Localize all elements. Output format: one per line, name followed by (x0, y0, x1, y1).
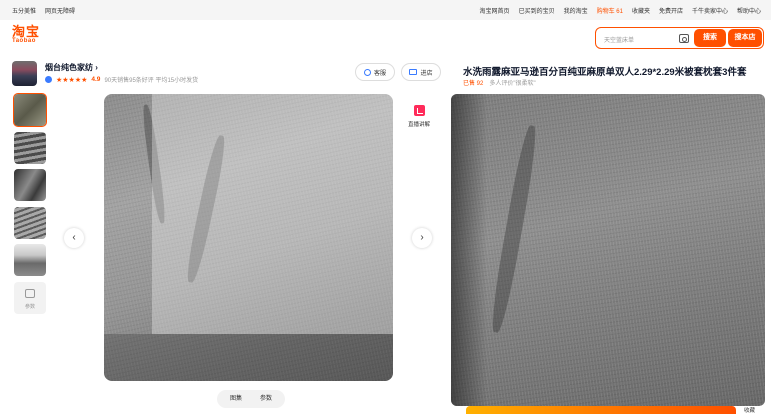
shop-stats: 90天销售95条好评 平均15小时发货 (104, 78, 199, 84)
sales-info: 已售 92 多人评价"很柔软" (463, 78, 536, 87)
topbar-link-home[interactable]: 淘宝网首页 (480, 6, 510, 15)
live-chart-icon (413, 105, 425, 116)
shop-avatar[interactable] (12, 61, 37, 86)
topbar-link-my-taobao[interactable]: 我的淘宝 (564, 6, 588, 15)
logo-en-text: Taobao (12, 38, 36, 44)
customer-service-label: 客服 (373, 70, 386, 77)
search-shop-button[interactable]: 搜本店 (728, 29, 762, 47)
buy-bar[interactable] (466, 406, 736, 414)
sold-count: 已售 92 (463, 81, 484, 87)
topbar-link-help[interactable]: 帮助中心 (737, 6, 761, 15)
params-thumbnail[interactable]: 参数 (14, 282, 46, 314)
topbar-link-accessibility[interactable]: 网页无障碍 (45, 6, 75, 15)
thumbnail[interactable] (14, 207, 46, 239)
shop-icon (409, 69, 418, 75)
topbar-link-location[interactable]: 五分美惟 (12, 6, 36, 15)
prev-image-button[interactable]: ‹ (64, 228, 84, 248)
fabric-shadow (104, 334, 393, 381)
collect-button[interactable]: 收藏 (744, 406, 755, 414)
verified-icon (45, 76, 52, 83)
fabric-shadow (451, 94, 487, 406)
topbar-link-open-store[interactable]: 免费开店 (659, 6, 683, 15)
params-thumbnail-label: 参数 (24, 304, 35, 310)
thumbnail[interactable] (13, 93, 47, 127)
next-image-button[interactable]: › (412, 228, 432, 248)
gallery-tabs: 图集 参数 (217, 390, 285, 408)
zoom-preview (451, 94, 765, 406)
enter-shop-label: 进店 (420, 70, 433, 77)
rating-stars: ★★★★★ (56, 76, 88, 84)
taobao-logo[interactable]: 淘宝 Taobao (12, 25, 46, 47)
shop-name[interactable]: 烟台纯色家纺 › (45, 62, 98, 73)
product-title: 水洗雨露麻亚马逊百分百纯亚麻原单双人2.29*2.29米被套枕套3件套 (463, 67, 747, 78)
zoomed-fabric (451, 94, 765, 406)
chat-icon (363, 68, 371, 76)
logo-cn-text: 淘宝 (12, 24, 41, 39)
enter-shop-button[interactable]: 进店 (401, 63, 441, 81)
main-product-image[interactable] (104, 94, 393, 381)
customer-service-button[interactable]: 客服 (355, 63, 395, 81)
topbar-link-bought[interactable]: 已买到的宝贝 (519, 6, 555, 15)
params-icon (25, 289, 35, 298)
live-explain-button[interactable]: 直播讲解 (404, 105, 434, 128)
thumbnail[interactable] (14, 244, 46, 276)
shop-meta: ★★★★★ 4.9 90天销售95条好评 平均15小时发货 (45, 75, 198, 84)
review-highlight[interactable]: 多人评价"很柔软" (489, 81, 535, 87)
tab-params[interactable]: 参数 (251, 390, 281, 408)
topbar-link-seller-center[interactable]: 千牛卖家中心 (692, 6, 728, 15)
camera-icon[interactable] (679, 34, 689, 43)
topbar-link-favorites[interactable]: 收藏夹 (632, 6, 650, 15)
search-placeholder: 天空蓝床单 (604, 38, 635, 44)
topbar-link-cart[interactable]: 购物车 61 (597, 6, 623, 15)
top-nav-bar: 五分美惟 网页无障碍 淘宝网首页 已买到的宝贝 我的淘宝 购物车 61 收藏夹 … (0, 0, 771, 20)
thumbnail[interactable] (14, 132, 46, 164)
tab-gallery[interactable]: 图集 (221, 390, 251, 408)
live-explain-label: 直播讲解 (407, 122, 430, 128)
zoom-lens (152, 94, 393, 334)
search-button[interactable]: 搜索 (694, 29, 726, 47)
thumbnail[interactable] (14, 169, 46, 201)
rating-value: 4.9 (91, 76, 101, 83)
